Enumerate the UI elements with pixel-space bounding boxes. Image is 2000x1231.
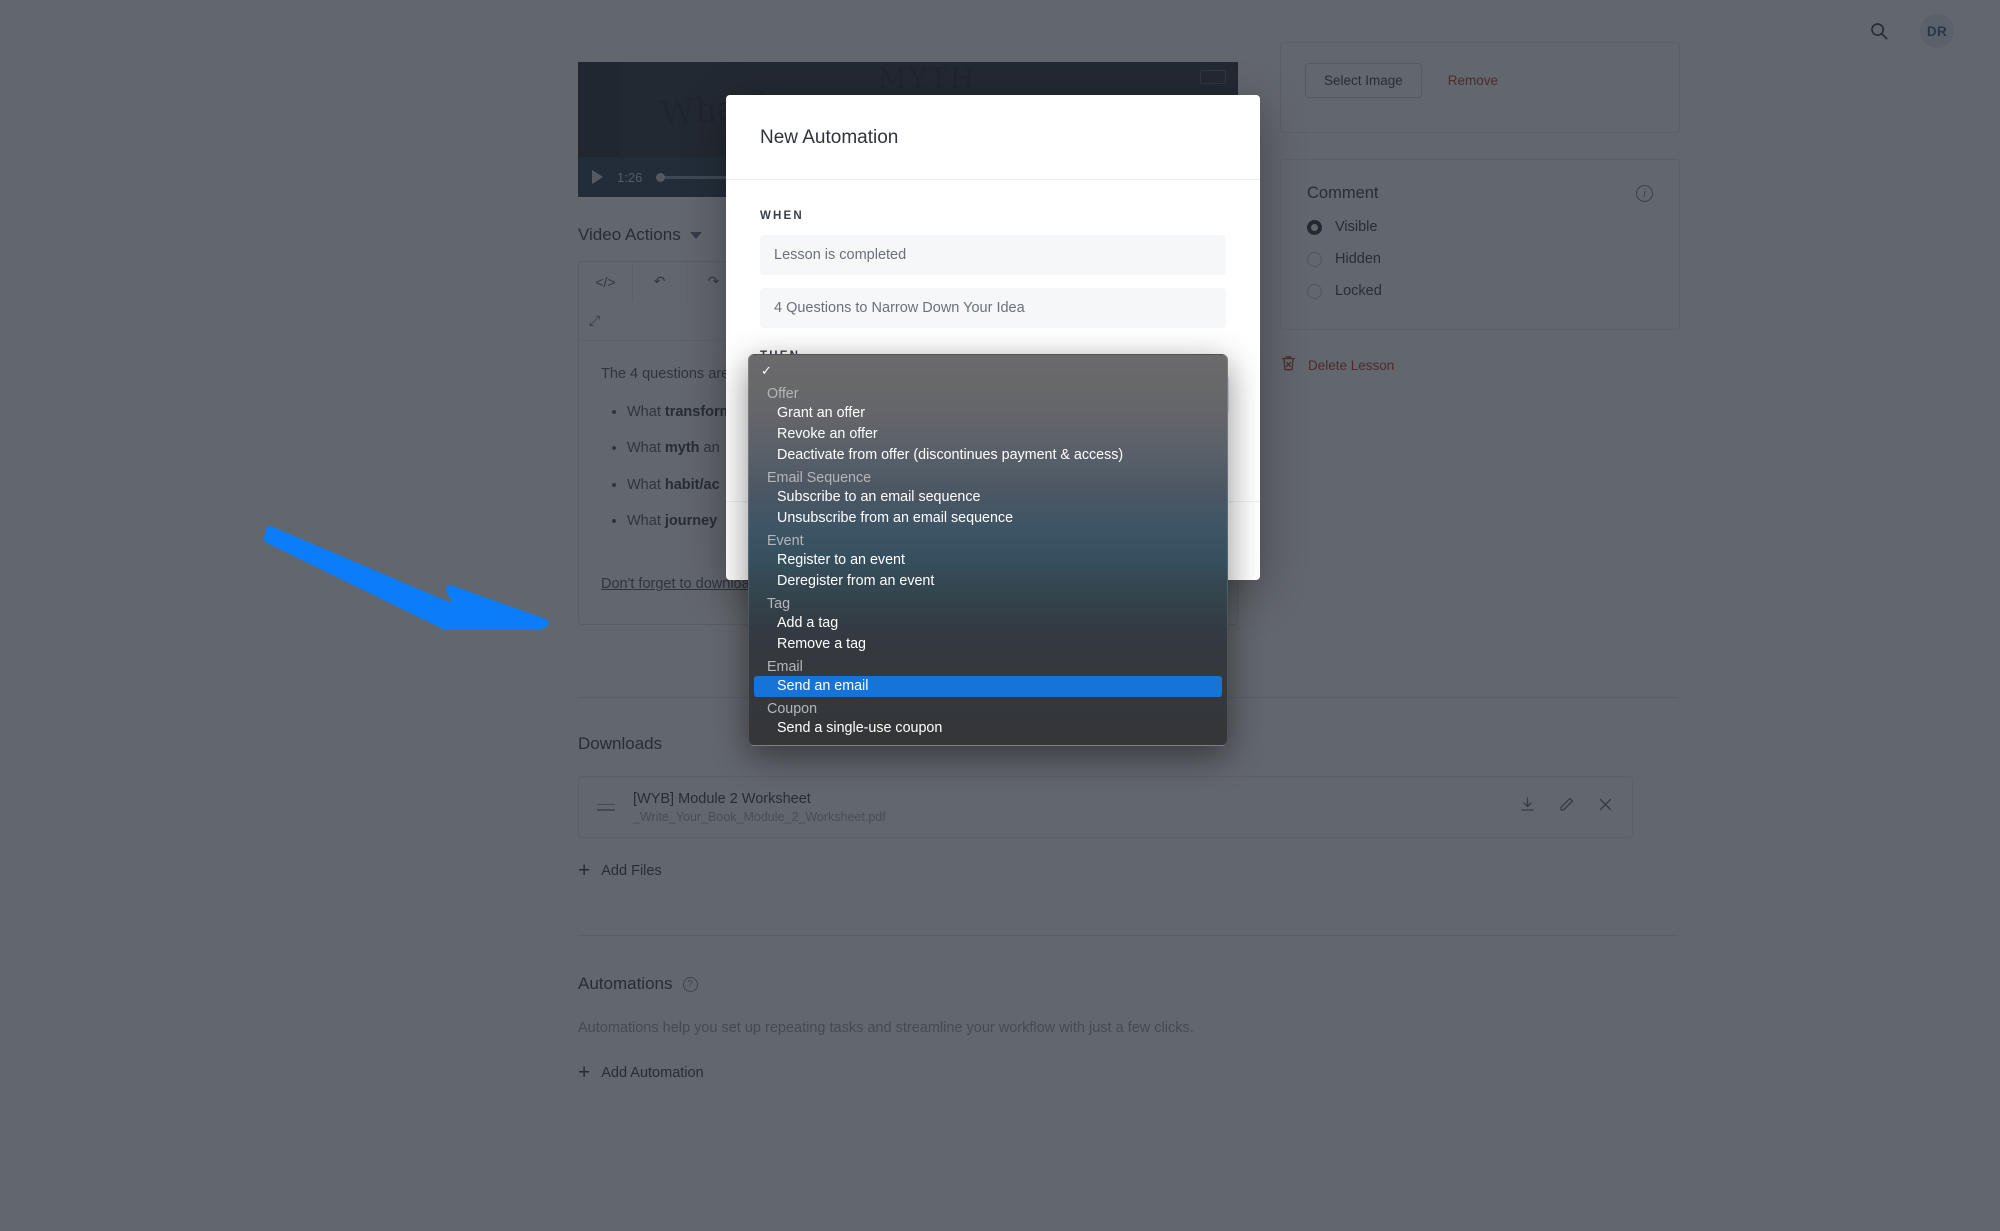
- dropdown-item-revoke-an-offer[interactable]: Revoke an offer: [749, 424, 1227, 445]
- dropdown-item-remove-a-tag[interactable]: Remove a tag: [749, 634, 1227, 655]
- dropdown-group-coupon: Coupon: [767, 701, 818, 717]
- dropdown-item-grant-an-offer[interactable]: Grant an offer: [749, 403, 1227, 424]
- dropdown-group-tag: Tag: [767, 596, 791, 612]
- dropdown-group-email-sequence: Email Sequence: [767, 470, 872, 486]
- dropdown-group-event: Event: [767, 533, 804, 549]
- when-target-value: 4 Questions to Narrow Down Your Idea: [774, 300, 1025, 316]
- when-target-select[interactable]: 4 Questions to Narrow Down Your Idea: [760, 288, 1226, 328]
- dropdown-item-add-a-tag[interactable]: Add a tag: [749, 613, 1227, 634]
- modal-title: New Automation: [760, 127, 899, 148]
- dropdown-item-send-a-single-use-coupon[interactable]: Send a single-use coupon: [749, 718, 1227, 739]
- when-trigger-value: Lesson is completed: [774, 247, 907, 263]
- dropdown-item-subscribe-to-an-email-sequence[interactable]: Subscribe to an email sequence: [749, 487, 1227, 508]
- dropdown-group-email: Email: [767, 659, 803, 675]
- dropdown-item-register-to-an-event[interactable]: Register to an event: [749, 550, 1227, 571]
- when-label: WHEN: [760, 210, 804, 222]
- dropdown-item-send-an-email[interactable]: Send an email: [754, 676, 1222, 697]
- dropdown-group-offer: Offer: [767, 386, 799, 402]
- dropdown-item-unsubscribe-from-an-email-sequence[interactable]: Unsubscribe from an email sequence: [749, 508, 1227, 529]
- action-type-dropdown[interactable]: ✓ Offer Grant an offer Revoke an offer D…: [748, 354, 1228, 746]
- dropdown-item-deactivate-from-offer[interactable]: Deactivate from offer (discontinues paym…: [749, 445, 1227, 466]
- when-trigger-select[interactable]: Lesson is completed: [760, 235, 1226, 275]
- dropdown-checkmark: ✓: [761, 363, 772, 378]
- modal-header: New Automation: [726, 95, 1260, 180]
- pointer-arrow: [264, 526, 549, 630]
- dropdown-item-deregister-from-an-event[interactable]: Deregister from an event: [749, 571, 1227, 592]
